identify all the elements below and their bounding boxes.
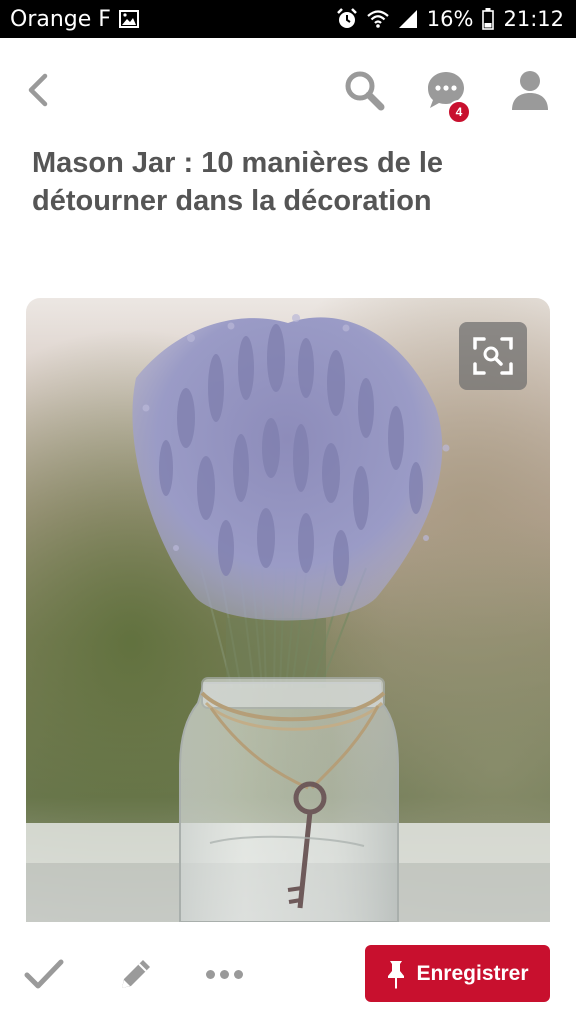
profile-icon (512, 71, 548, 110)
pin-icon (388, 960, 405, 989)
more-options-button[interactable] (200, 952, 248, 996)
messages-badge: 4 (447, 100, 471, 124)
check-icon (24, 959, 64, 989)
save-button[interactable]: Enregistrer (365, 945, 550, 1002)
status-bar: Orange F 16% 21:12 (0, 0, 576, 38)
alarm-icon (336, 8, 358, 30)
lavender-photo (26, 298, 550, 922)
edit-button[interactable] (114, 952, 158, 996)
search-button[interactable] (342, 68, 386, 112)
more-icon-dot (219, 969, 229, 979)
image-icon (118, 10, 139, 28)
tried-it-button[interactable] (22, 952, 66, 996)
top-nav: 4 (0, 38, 576, 142)
more-icon-dot (233, 969, 243, 979)
bottom-action-bar: Enregistrer (0, 922, 576, 1024)
battery-percent: 16% (426, 7, 474, 31)
save-button-label: Enregistrer (416, 961, 529, 985)
pin-image[interactable] (26, 298, 550, 922)
search-icon (345, 71, 385, 111)
visual-search-button[interactable] (459, 322, 527, 390)
visual-search-icon (473, 337, 513, 375)
signal-icon (398, 9, 418, 29)
pencil-icon (122, 960, 150, 988)
battery-icon (482, 8, 495, 30)
clock: 21:12 (503, 7, 564, 31)
profile-button[interactable] (508, 68, 552, 112)
carrier-name: Orange F (10, 6, 111, 32)
back-button[interactable] (18, 70, 58, 110)
back-icon (28, 73, 48, 107)
wifi-icon (367, 9, 389, 29)
pin-title: Mason Jar : 10 manières de le détourner … (32, 147, 444, 217)
more-icon (205, 969, 215, 979)
